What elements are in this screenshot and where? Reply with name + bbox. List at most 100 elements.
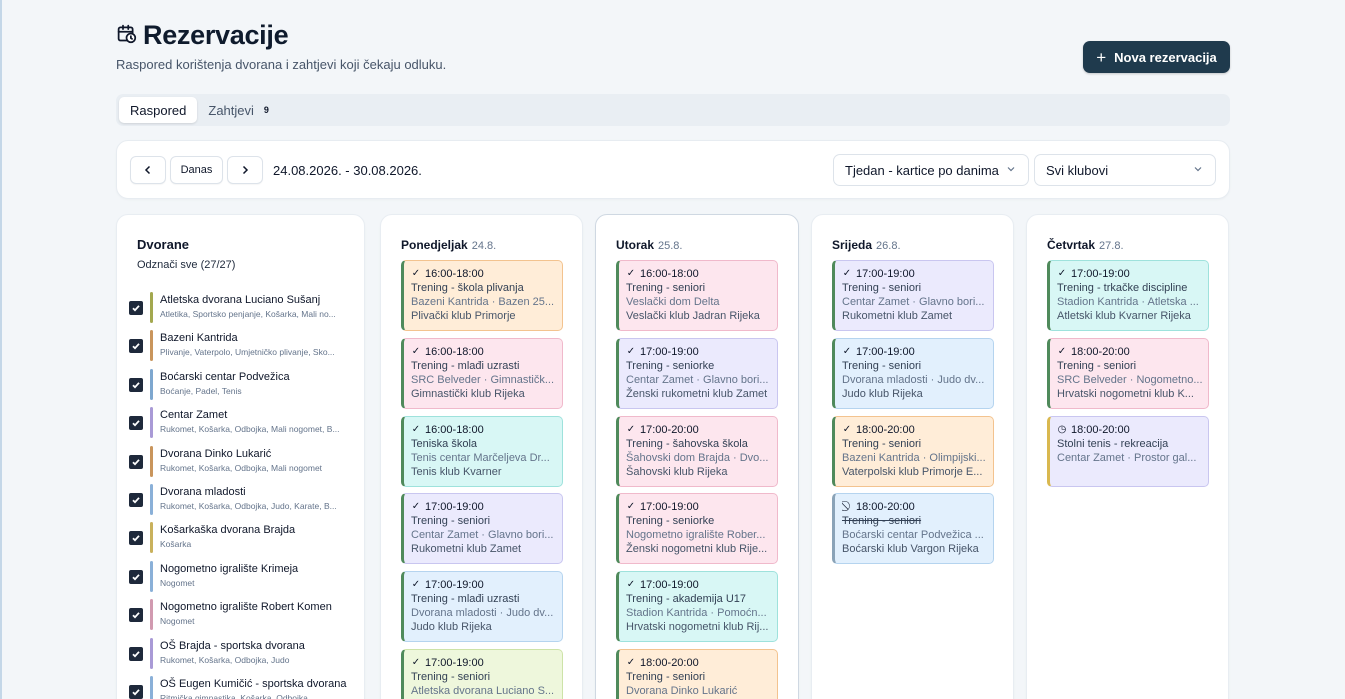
card-title: Trening - seniori (626, 282, 706, 294)
checkbox-checked-icon[interactable] (129, 646, 143, 661)
hall-item[interactable]: Dvorana mladosti Rukomet, Košarka, Odbojk… (129, 482, 361, 518)
reservation-card[interactable]: ◷ 18:00-20:00 Stolni tenis - rekreacija Cen… (1047, 415, 1209, 487)
card-time: 17:00-19:00 (856, 345, 915, 358)
reservation-card[interactable]: ✓ 16:00-18:00 Trening - škola plivanja Baze… (401, 260, 563, 331)
hall-name: Nogometno igralište Krimeja (160, 562, 299, 575)
card-club: Veslački klub Jadran Rijeka (626, 310, 760, 322)
card-place: Tenis centar Marčeljeva Dr... (411, 451, 550, 464)
club-select[interactable]: Svi klubovi (1034, 154, 1216, 186)
hall-item[interactable]: Nogometno igralište Krimeja Nogomet (129, 559, 361, 595)
checkbox-checked-icon[interactable] (129, 531, 143, 546)
hall-name: Atletska dvorana Luciano Sušanj (160, 294, 321, 306)
card-place: Atletska dvorana Luciano S... (411, 685, 555, 697)
hall-item[interactable]: Boćarski centar Podvežica Boćanje, Padel,… (129, 367, 361, 403)
day-name: Ponedjeljak (401, 238, 468, 252)
checkbox-checked-icon[interactable] (129, 454, 143, 469)
check-icon: ✓ (411, 501, 421, 513)
reservation-card[interactable]: ⃠ 18:00-20:00Trening - senioriBoćarski ce… (832, 493, 994, 565)
card-place: Dvorana mladosti · Judo dv... (842, 373, 985, 386)
hall-color-bar (150, 445, 153, 477)
hall-item[interactable]: OŠ Eugen Kumičić - sportska dvorana Ritmi… (129, 674, 361, 699)
hall-name: Centar Zamet (160, 409, 228, 422)
reservation-card[interactable]: ✓ 17:00-19:00 Trening - seniorke Nogometno … (616, 493, 778, 565)
hall-sports: Nogomet (160, 577, 195, 588)
reservation-card[interactable]: ✓ 17:00-19:00 Trening - seniorke Centar Zam… (616, 337, 778, 409)
hall-sports: Nogomet (160, 616, 195, 627)
deselect-all-link[interactable]: Odznači sve (27/27) (137, 259, 235, 271)
requests-count-badge: 9 (263, 105, 269, 115)
next-week-button[interactable] (227, 156, 263, 184)
hall-item[interactable]: Košarkaška dvorana Brajda Košarka (129, 520, 361, 556)
check-icon: ✓ (626, 657, 636, 668)
hall-name: Dvorana Dinko Lukarić (160, 447, 272, 460)
card-time: 17:00-19:00 (856, 268, 915, 280)
reservation-card[interactable]: ✓ 17:00-19:00 Trening - seniori Centar Zame… (832, 260, 994, 331)
checkbox-checked-icon[interactable] (129, 339, 143, 354)
reservation-card[interactable]: ✓ 18:00-20:00 Trening - seniori Bazeni Kant… (832, 415, 994, 487)
card-title: Trening - seniorke (626, 515, 715, 528)
checkbox-checked-icon[interactable] (129, 569, 143, 584)
card-time: 16:00-18:00 (425, 268, 484, 280)
checkbox-checked-icon[interactable] (129, 301, 143, 315)
day-date: 24.8. (471, 240, 497, 252)
card-club: Rukometni klub Zamet (411, 543, 522, 556)
reservation-card[interactable]: ✓ 17:00-20:00 Trening - šahovska škola Šaho… (616, 415, 778, 487)
card-title: Trening - mlađi uzrasti (411, 359, 520, 372)
reservation-card[interactable]: ✓ 18:00-20:00 Trening - seniori Dvorana Din… (616, 649, 778, 699)
hall-item[interactable]: Bazeni Kantrida Plivanje, Vaterpolo, Umje… (129, 328, 361, 364)
day-name: Utorak (616, 238, 655, 252)
club-select-value: Svi klubovi (1046, 162, 1109, 178)
card-title: Trening - seniori (411, 515, 491, 528)
checkbox-checked-icon[interactable] (129, 377, 143, 392)
check-icon: ✓ (626, 268, 636, 279)
reservation-card[interactable]: ✓ 17:00-19:00 Trening - seniori Dvorana mla… (832, 337, 994, 409)
hall-item[interactable]: Nogometno igralište Robert Komen Nogomet (129, 597, 361, 633)
new-reservation-button[interactable]: + Nova rezervacija (1083, 41, 1230, 73)
reservation-card[interactable]: ✓ 18:00-20:00 Trening - seniori SRC Belvede… (1047, 337, 1209, 409)
card-time: 17:00-19:00 (640, 501, 699, 514)
card-place: Šahovski dom Brajda · Dvo... (626, 451, 769, 464)
card-club: Hrvatski nogometni klub K... (1057, 387, 1194, 400)
today-button[interactable]: Danas (170, 156, 223, 184)
checkbox-checked-icon[interactable] (129, 685, 143, 699)
check-icon: ✓ (1057, 345, 1067, 357)
reservation-card[interactable]: ✓ 16:00-18:00 Trening - seniori Veslački do… (616, 260, 778, 331)
reservation-card[interactable]: ✓ 16:00-18:00 Teniska škola Tenis centar Ma… (401, 415, 563, 487)
hall-color-bar (150, 368, 153, 400)
view-select-value: Tjedan - kartice po danima (845, 162, 999, 178)
hall-sports: Atletika, Sportsko penjanje, Košarka, Ma… (160, 309, 336, 319)
hall-item[interactable]: OŠ Brajda - sportska dvorana Rukomet, Koš… (129, 636, 361, 672)
card-club: Tenis klub Kvarner (411, 465, 502, 478)
checkbox-checked-icon[interactable] (129, 416, 143, 431)
day-column-wednesday: Srijeda 26.8. ✓ 17:00-19:00 Trening - senio… (811, 214, 1014, 699)
card-title: Trening - seniori (842, 437, 922, 450)
hall-item[interactable]: Dvorana Dinko Lukarić Rukomet, Košarka, O… (129, 444, 361, 480)
day-name: Četvrtak (1047, 238, 1096, 252)
check-icon: ✓ (626, 501, 636, 513)
card-club: Gimnastički klub Rijeka (411, 387, 525, 400)
reservation-card[interactable]: ✓ 17:00-19:00 Trening - trkačke discipline… (1047, 260, 1209, 331)
check-icon: ✓ (411, 423, 421, 435)
view-select[interactable]: Tjedan - kartice po danima (833, 154, 1029, 186)
card-time: 18:00-20:00 (640, 657, 699, 669)
hall-item[interactable]: Atletska dvorana Luciano Sušanj Atletika,… (129, 290, 361, 326)
check-icon: ✓ (411, 345, 421, 357)
hall-item[interactable]: Centar Zamet Rukomet, Košarka, Odbojka, M… (129, 405, 361, 441)
tab-zahtjevi[interactable]: Zahtjevi 9 (197, 97, 280, 123)
card-title: Teniska škola (411, 437, 478, 450)
previous-week-button[interactable] (130, 156, 166, 184)
checkbox-checked-icon[interactable] (129, 493, 143, 507)
card-time: 17:00-19:00 (425, 501, 484, 514)
reservation-card[interactable]: ✓ 17:00-19:00 Trening - seniori Atletska dv… (401, 649, 563, 699)
hall-sports: Rukomet, Košarka, Odbojka, Mali nogomet,… (160, 424, 340, 435)
checkbox-checked-icon[interactable] (129, 608, 143, 623)
reservation-card[interactable]: ✓ 17:00-19:00 Trening - akademija U17 Stadi… (616, 571, 778, 643)
reservation-card[interactable]: ✓ 17:00-19:00 Trening - mlađi uzrasti Dvora… (401, 571, 563, 643)
reservation-card[interactable]: ✓ 17:00-19:00 Trening - seniori Centar Zame… (401, 493, 563, 565)
reservation-card[interactable]: ✓ 16:00-18:00 Trening - mlađi uzrasti SRC B… (401, 337, 563, 409)
card-title: Trening - seniori (842, 515, 922, 528)
tab-raspored-label: Raspored (130, 102, 187, 118)
hall-sports: Rukomet, Košarka, Odbojka, Judo, Karate,… (160, 501, 337, 511)
window-edge (0, 0, 2, 699)
tab-raspored[interactable]: Raspored (119, 97, 198, 123)
